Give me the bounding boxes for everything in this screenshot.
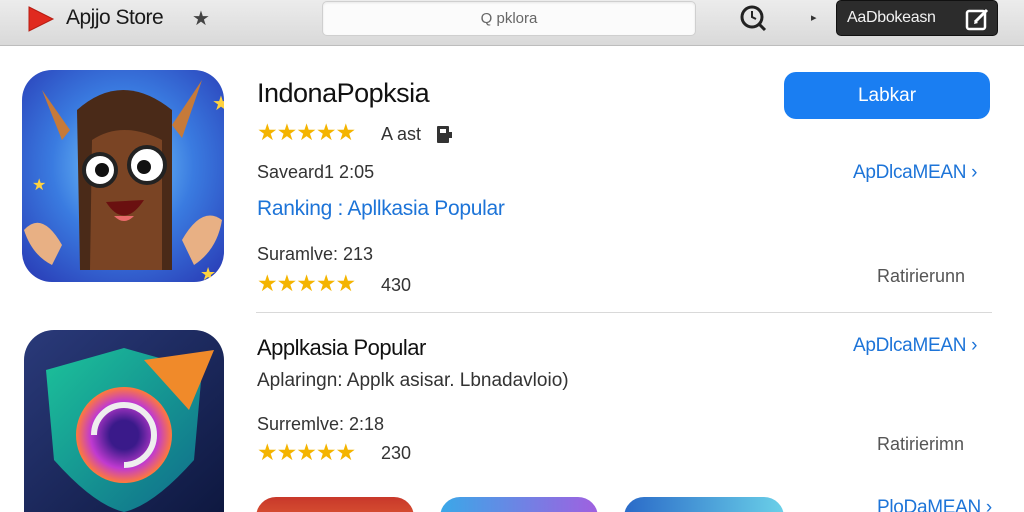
svg-text:★: ★ — [32, 177, 46, 194]
rating-stars: ★★★★★ — [257, 270, 356, 296]
rating-stars: ★★★★★ — [257, 439, 356, 465]
rating-count: 230 — [381, 443, 412, 463]
rating-count: 430 — [381, 275, 412, 295]
rating-label: A ast — [381, 124, 422, 144]
app-subtitle: Aplaringn: Applk asisar. Lbnadavloio) — [257, 370, 569, 391]
ratings-label: Ratirierimn — [877, 434, 965, 454]
store-logo-icon[interactable] — [26, 4, 56, 34]
app-title-1[interactable]: IndonaPopksia — [257, 78, 430, 109]
see-more-link[interactable]: ApDlcaMEAN › — [853, 335, 977, 357]
search-input[interactable]: Q pklora — [322, 1, 696, 36]
divider — [256, 312, 992, 313]
svg-text:★: ★ — [200, 264, 216, 282]
ratings-label: Ratirierunn — [877, 266, 966, 286]
rating-stars: ★★★★★ — [257, 119, 356, 145]
svg-text:★: ★ — [212, 93, 224, 115]
app-icon[interactable] — [624, 497, 784, 512]
star-icon[interactable]: ★ — [192, 6, 210, 31]
app-icon[interactable] — [256, 497, 414, 512]
app-icon[interactable]: ★ ★ ★ — [22, 70, 224, 282]
app-title: Apjjo Store — [66, 6, 164, 29]
ranking-link[interactable]: Ranking : Apllkasia Popular — [257, 197, 505, 221]
search-placeholder: Q pklora — [480, 10, 538, 27]
bookmark-icon[interactable] — [434, 124, 454, 146]
account-button[interactable]: AaDbokeasn — [836, 0, 998, 36]
edit-icon — [965, 8, 989, 31]
see-more-link[interactable]: PloDaMEAN › — [877, 497, 992, 512]
app-icon[interactable] — [440, 497, 598, 512]
meta-line: Surremlve: 2:18 — [257, 414, 385, 434]
get-button[interactable]: Labkar — [784, 72, 990, 119]
app-title-2[interactable]: Applkasia Popular — [257, 335, 426, 361]
dropdown-arrow-icon[interactable]: ▸ — [811, 11, 817, 24]
search-icon[interactable] — [737, 3, 769, 35]
top-bar: Apjjo Store ★ Q pklora ▸ AaDbokeasn — [0, 0, 1024, 46]
app-icon[interactable] — [24, 330, 224, 512]
meta-line: Saveard1 2:05 — [257, 162, 375, 182]
meta-line: Suramlve: 213 — [257, 244, 374, 264]
account-label: AaDbokeasn — [847, 9, 936, 26]
see-more-link[interactable]: ApDlcaMEAN › — [853, 162, 977, 184]
